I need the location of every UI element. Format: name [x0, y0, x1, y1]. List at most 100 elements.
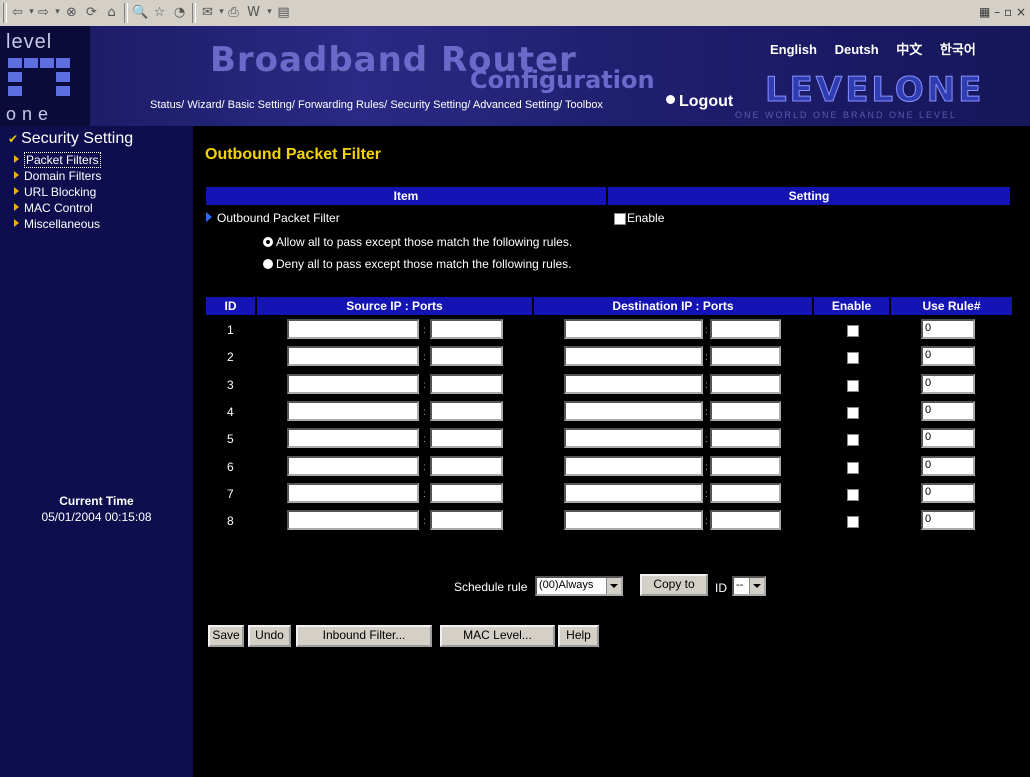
filter-enable-checkbox[interactable]	[614, 213, 626, 225]
schedule-value: (00)Always	[539, 579, 594, 591]
schedule-select[interactable]: (00)Always	[535, 576, 623, 596]
dest-port-input[interactable]	[710, 510, 781, 530]
dest-port-input[interactable]	[710, 346, 781, 366]
rule-enable-checkbox[interactable]	[847, 352, 859, 364]
nav-advanced-setting[interactable]: Advanced Setting/	[473, 99, 562, 111]
use-rule-input[interactable]: 0	[921, 319, 975, 339]
source-port-input[interactable]	[430, 456, 503, 476]
sidebar-title[interactable]: ✔ Security Setting	[8, 130, 133, 148]
home-icon[interactable]: ⌂	[104, 5, 119, 20]
source-port-input[interactable]	[430, 401, 503, 421]
favorites-icon[interactable]: ☆	[152, 5, 167, 20]
dest-port-input[interactable]	[710, 401, 781, 421]
stop-icon[interactable]: ⊗	[64, 5, 79, 20]
nav-security-setting[interactable]: Security Setting/	[390, 99, 470, 111]
rule-enable-checkbox[interactable]	[847, 407, 859, 419]
dest-ip-input[interactable]	[564, 319, 703, 339]
dropdown-icon[interactable]: ▾	[262, 5, 277, 20]
save-button[interactable]: Save	[208, 625, 244, 647]
dest-port-input[interactable]	[710, 428, 781, 448]
rule-enable-checkbox[interactable]	[847, 516, 859, 528]
source-port-input[interactable]	[430, 510, 503, 530]
print-icon[interactable]: ⎙	[226, 5, 241, 20]
radio-allow[interactable]: Allow all to pass except those match the…	[263, 235, 572, 249]
separator-colon: :	[423, 380, 426, 391]
use-rule-input[interactable]: 0	[921, 428, 975, 448]
sidebar-item-mac-control[interactable]: MAC Control	[14, 201, 93, 215]
undo-button[interactable]: Undo	[248, 625, 291, 647]
search-icon[interactable]: 🔍	[132, 5, 148, 20]
dest-port-input[interactable]	[710, 374, 781, 394]
discuss-icon[interactable]: ▤	[276, 5, 291, 20]
source-ip-input[interactable]	[287, 428, 419, 448]
nav-wizard[interactable]: Wizard/	[187, 99, 224, 111]
lang-deutsh[interactable]: Deutsh	[835, 42, 879, 57]
rule-enable-checkbox[interactable]	[847, 380, 859, 392]
source-port-input[interactable]	[430, 319, 503, 339]
mail-icon[interactable]: ✉	[200, 5, 215, 20]
word-icon[interactable]: W	[246, 5, 261, 20]
back-icon[interactable]: ⇦	[10, 5, 25, 20]
history-icon[interactable]: ◔	[172, 5, 187, 20]
source-ip-input[interactable]	[287, 510, 419, 530]
toolbar-separator	[124, 3, 128, 23]
sidebar-item-miscellaneous[interactable]: Miscellaneous	[14, 217, 100, 231]
lang-korean[interactable]: 한국어	[940, 42, 976, 57]
source-ip-input[interactable]	[287, 374, 419, 394]
id-select[interactable]: --	[732, 576, 766, 596]
dest-ip-input[interactable]	[564, 428, 703, 448]
separator-colon: :	[705, 489, 708, 500]
source-port-input[interactable]	[430, 483, 503, 503]
nav-basic-setting[interactable]: Basic Setting/	[228, 99, 295, 111]
dest-ip-input[interactable]	[564, 401, 703, 421]
sidebar-item-packet-filters[interactable]: Packet Filters	[14, 152, 101, 168]
forward-icon[interactable]: ⇨	[36, 5, 51, 20]
rule-enable-checkbox[interactable]	[847, 462, 859, 474]
copy-to-button[interactable]: Copy to	[640, 574, 708, 596]
use-rule-input[interactable]: 0	[921, 510, 975, 530]
source-ip-input[interactable]	[287, 483, 419, 503]
use-rule-input[interactable]: 0	[921, 346, 975, 366]
dest-ip-input[interactable]	[564, 346, 703, 366]
sidebar-item-domain-filters[interactable]: Domain Filters	[14, 169, 101, 183]
rule-enable-checkbox[interactable]	[847, 325, 859, 337]
dest-ip-input[interactable]	[564, 510, 703, 530]
dest-ip-input[interactable]	[564, 374, 703, 394]
dest-port-input[interactable]	[710, 456, 781, 476]
nav-forwarding-rules[interactable]: Forwarding Rules/	[298, 99, 387, 111]
use-rule-input[interactable]: 0	[921, 374, 975, 394]
separator-colon: :	[705, 380, 708, 391]
use-rule-input[interactable]: 0	[921, 401, 975, 421]
source-ip-input[interactable]	[287, 456, 419, 476]
dest-ip-input[interactable]	[564, 456, 703, 476]
dest-port-input[interactable]	[710, 319, 781, 339]
dropdown-icon[interactable]: ▾	[50, 5, 65, 20]
rule-enable-checkbox[interactable]	[847, 434, 859, 446]
source-ip-input[interactable]	[287, 319, 419, 339]
source-port-input[interactable]	[430, 374, 503, 394]
help-button[interactable]: Help	[558, 625, 599, 647]
row-id: 8	[227, 514, 234, 528]
row-id: 3	[227, 378, 234, 392]
dest-port-input[interactable]	[710, 483, 781, 503]
nav-toolbox[interactable]: Toolbox	[565, 99, 603, 111]
source-port-input[interactable]	[430, 346, 503, 366]
source-port-input[interactable]	[430, 428, 503, 448]
source-ip-input[interactable]	[287, 346, 419, 366]
lang-english[interactable]: English	[770, 42, 817, 57]
window-controls[interactable]: ▦ – ▫ ×	[979, 5, 1026, 19]
rule-enable-checkbox[interactable]	[847, 489, 859, 501]
use-rule-input[interactable]: 0	[921, 456, 975, 476]
radio-deny[interactable]: Deny all to pass except those match the …	[263, 257, 572, 271]
use-rule-input[interactable]: 0	[921, 483, 975, 503]
nav-status[interactable]: Status/	[150, 99, 184, 111]
sidebar-item-url-blocking[interactable]: URL Blocking	[14, 185, 96, 199]
mac-level-button[interactable]: MAC Level...	[440, 625, 555, 647]
refresh-icon[interactable]: ⟳	[84, 5, 99, 20]
dest-ip-input[interactable]	[564, 483, 703, 503]
inbound-filter-button[interactable]: Inbound Filter...	[296, 625, 432, 647]
brand-motto: ONE WORLD ONE BRAND ONE LEVEL	[735, 110, 958, 120]
source-ip-input[interactable]	[287, 401, 419, 421]
logout-link[interactable]: Logout	[666, 93, 733, 111]
lang-chinese[interactable]: 中文	[896, 42, 922, 57]
